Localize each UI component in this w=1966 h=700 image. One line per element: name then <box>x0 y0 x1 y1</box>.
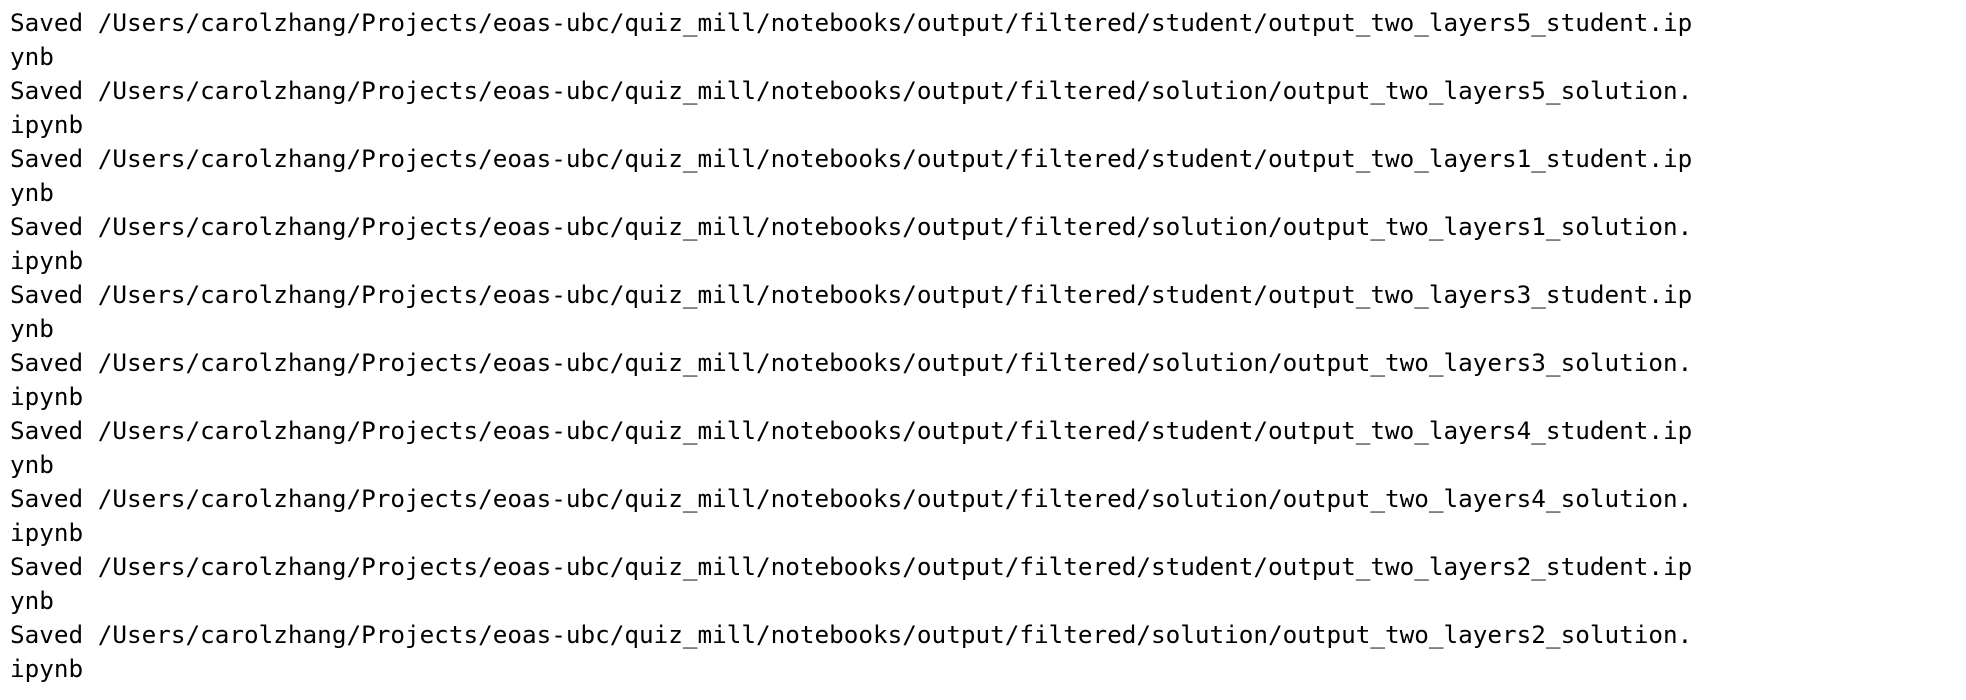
output-line: ipynb <box>10 382 84 411</box>
output-line: Saved /Users/carolzhang/Projects/eoas-ub… <box>10 212 1693 241</box>
output-line: Saved /Users/carolzhang/Projects/eoas-ub… <box>10 416 1693 445</box>
output-line: ipynb <box>10 110 84 139</box>
output-line: ynb <box>10 42 54 71</box>
output-line: Saved /Users/carolzhang/Projects/eoas-ub… <box>10 76 1693 105</box>
terminal-output: Saved /Users/carolzhang/Projects/eoas-ub… <box>0 0 1966 700</box>
output-line: ynb <box>10 178 54 207</box>
output-line: ipynb <box>10 518 84 547</box>
output-line: ipynb <box>10 246 84 275</box>
output-line: Saved /Users/carolzhang/Projects/eoas-ub… <box>10 144 1693 173</box>
output-line: Saved /Users/carolzhang/Projects/eoas-ub… <box>10 348 1693 377</box>
output-line: ynb <box>10 450 54 479</box>
output-line: Saved /Users/carolzhang/Projects/eoas-ub… <box>10 552 1693 581</box>
output-line: ynb <box>10 586 54 615</box>
output-line: Saved /Users/carolzhang/Projects/eoas-ub… <box>10 620 1693 649</box>
output-line: Saved /Users/carolzhang/Projects/eoas-ub… <box>10 280 1693 309</box>
output-line: ipynb <box>10 654 84 683</box>
output-line: ynb <box>10 314 54 343</box>
output-line: Saved /Users/carolzhang/Projects/eoas-ub… <box>10 484 1693 513</box>
output-line: Saved /Users/carolzhang/Projects/eoas-ub… <box>10 8 1693 37</box>
